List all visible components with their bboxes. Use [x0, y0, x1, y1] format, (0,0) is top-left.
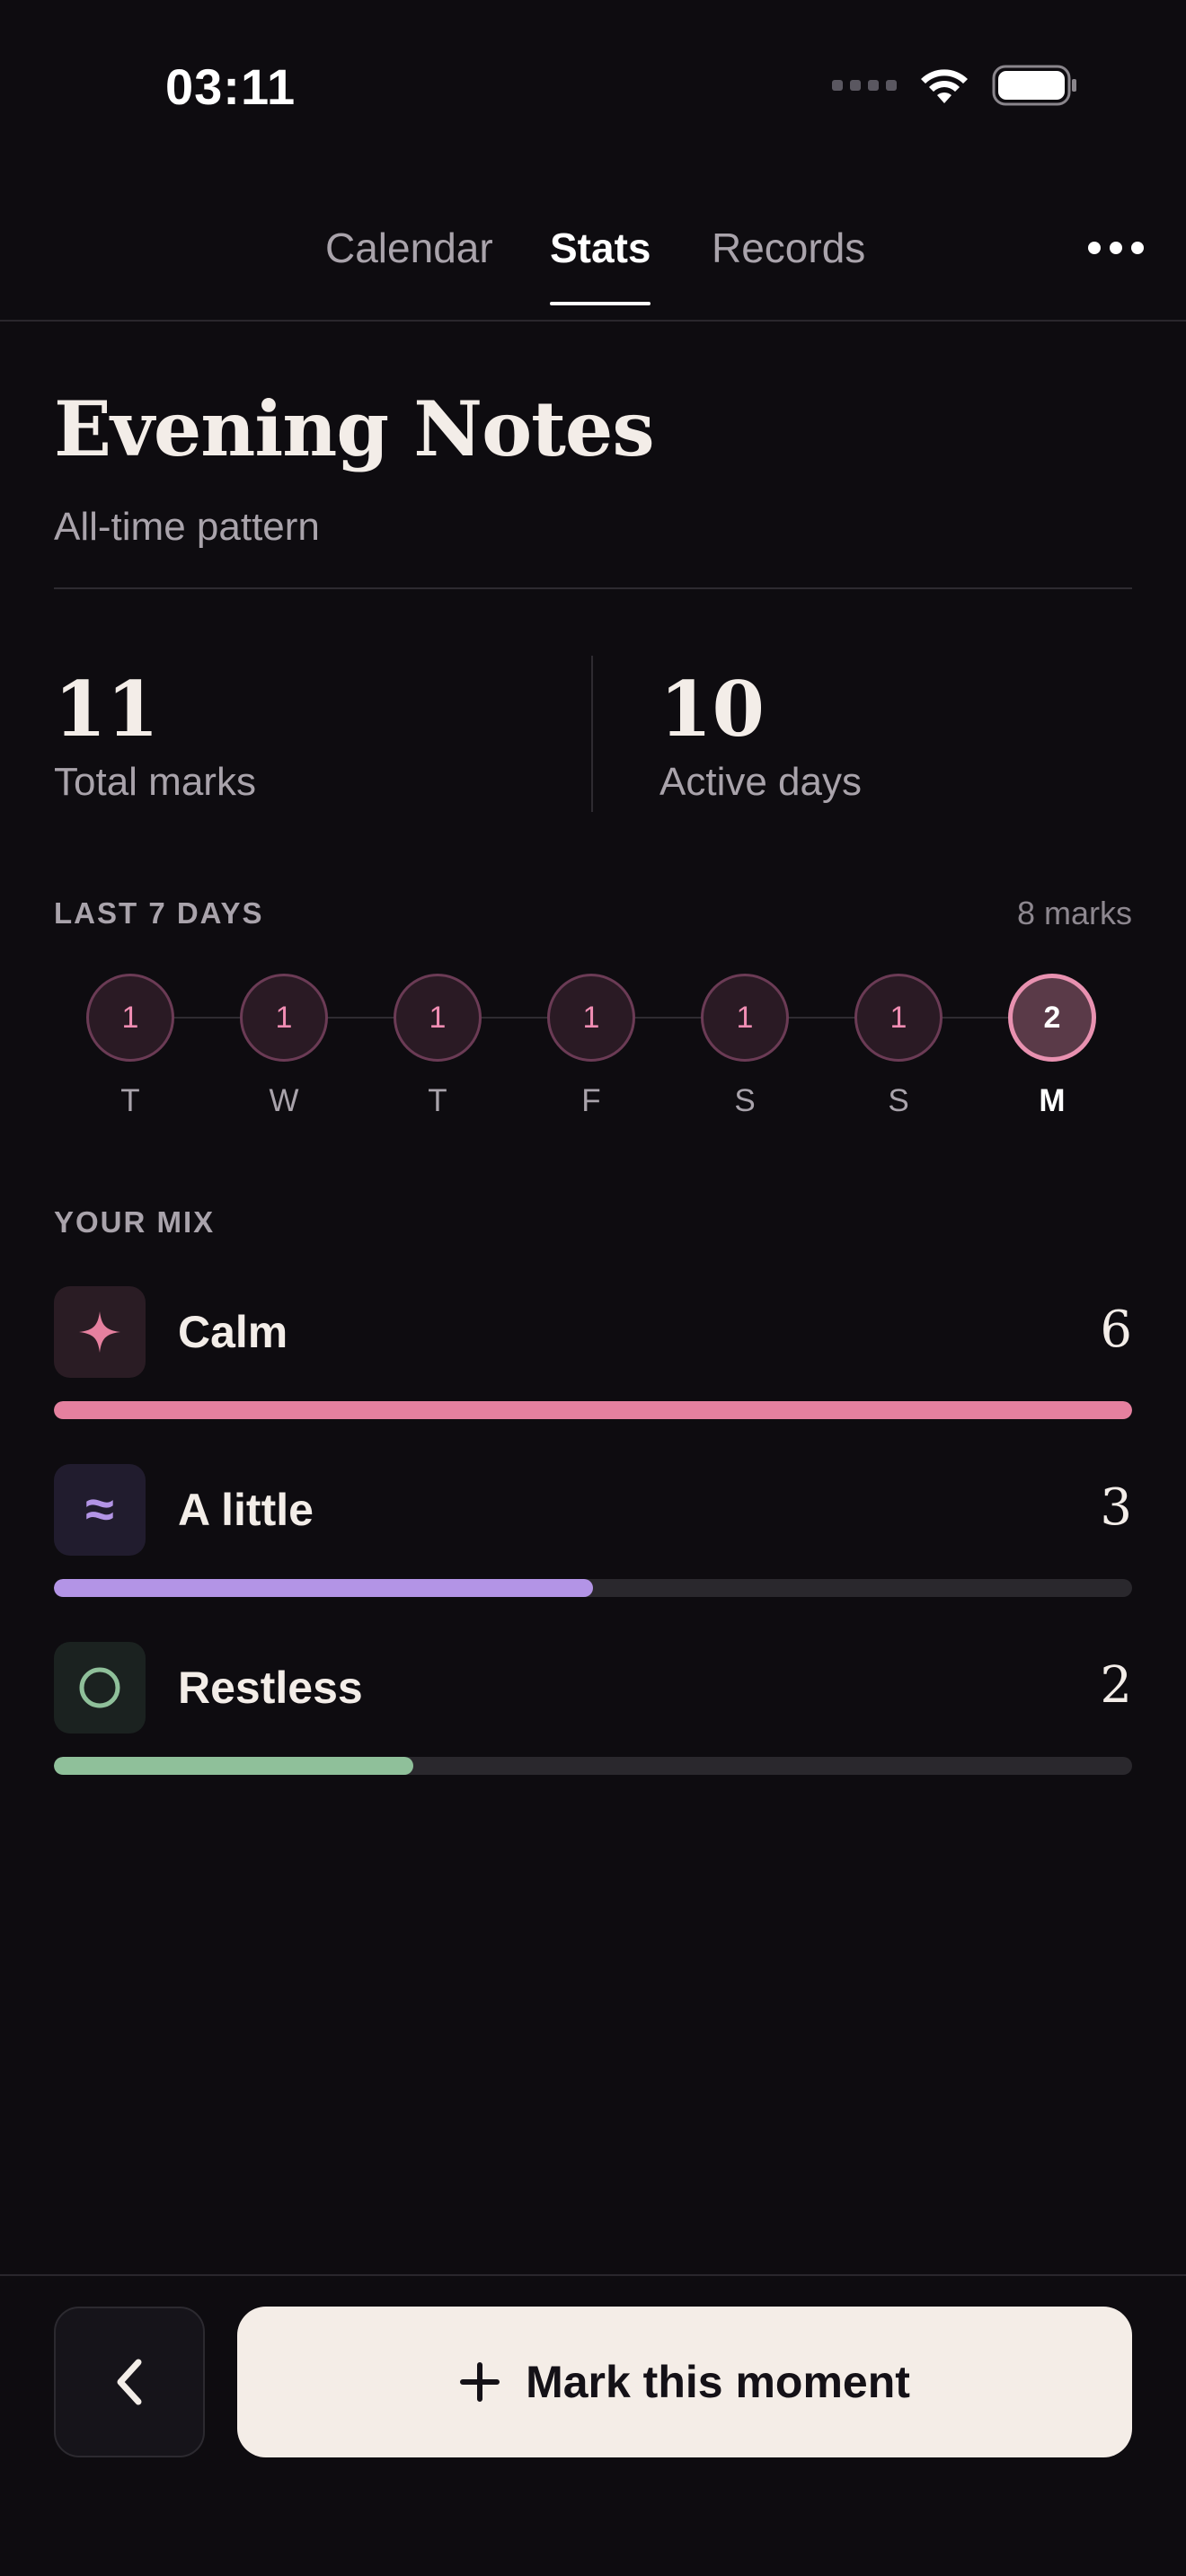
last-7-days-heading: LAST 7 DAYS	[54, 896, 264, 930]
wave-glyph: ≈	[85, 1480, 114, 1539]
day-count-circle[interactable]: 1	[701, 974, 789, 1062]
day-count-circle[interactable]: 1	[547, 974, 635, 1062]
status-time: 03:11	[165, 58, 296, 115]
mix-item-label: Restless	[178, 1663, 363, 1713]
last-7-days-summary: 8 marks	[1016, 895, 1132, 931]
day-count-circle[interactable]: 1	[394, 974, 482, 1062]
day-label-today: M	[1039, 1083, 1066, 1118]
total-marks-value: 11	[54, 665, 159, 754]
mix-bar-track	[54, 1579, 1132, 1597]
mix-item-label: A little	[178, 1485, 314, 1535]
mark-button-label: Mark this moment	[526, 2357, 910, 2407]
page-title: Evening Notes	[54, 384, 655, 473]
day-label: S	[734, 1083, 756, 1118]
mix-bar-track	[54, 1401, 1132, 1419]
tab-stats[interactable]: Stats	[550, 221, 651, 305]
more-options-icon[interactable]	[1082, 235, 1150, 260]
mix-item-count: 6	[1100, 1301, 1132, 1359]
bottom-divider	[0, 2274, 1186, 2276]
tab-calendar[interactable]: Calendar	[325, 221, 493, 305]
stat-divider	[591, 656, 593, 812]
day-count-circle[interactable]: 1	[854, 974, 943, 1062]
day-count-circle[interactable]: 1	[240, 974, 328, 1062]
total-marks-label: Total marks	[54, 760, 256, 804]
mix-bar-fill	[54, 1579, 593, 1597]
mix-bar-fill	[54, 1757, 413, 1775]
mix-item-label: Calm	[178, 1307, 288, 1357]
tab-records[interactable]: Records	[712, 221, 865, 305]
back-button[interactable]	[54, 2307, 205, 2457]
sparkle-icon	[54, 1286, 146, 1378]
chevron-left-icon	[117, 2359, 142, 2405]
day-label: S	[888, 1083, 909, 1118]
mark-this-moment-button[interactable]: Mark this moment	[237, 2307, 1132, 2457]
mix-item-count: 2	[1100, 1656, 1132, 1715]
stats-screen: 03:11 Calendar Stats Records Evening Not…	[0, 0, 1186, 2576]
day-label: F	[581, 1083, 601, 1118]
mix-bar-track	[54, 1757, 1132, 1775]
day-count-circle-today[interactable]: 2	[1008, 974, 1096, 1062]
active-days-label: Active days	[659, 760, 862, 804]
wave-icon: ≈	[54, 1464, 146, 1556]
plus-icon	[460, 2362, 500, 2402]
active-days-value: 10	[659, 665, 765, 754]
wifi-icon	[918, 66, 970, 105]
day-count-circle[interactable]: 1	[86, 974, 174, 1062]
mix-item-count: 3	[1100, 1478, 1132, 1537]
mix-bar-fill	[54, 1401, 1132, 1419]
your-mix-heading: YOUR MIX	[54, 1205, 216, 1239]
day-label: W	[269, 1083, 299, 1118]
page-subtitle: All-time pattern	[54, 505, 320, 549]
divider	[54, 587, 1132, 589]
day-label: T	[120, 1083, 140, 1118]
status-icons	[832, 65, 1078, 106]
day-label: T	[428, 1083, 447, 1118]
circle-icon	[54, 1642, 146, 1734]
cellular-signal-icon	[832, 80, 897, 91]
battery-icon	[992, 65, 1078, 106]
tab-bar: Calendar Stats Records	[0, 221, 1186, 322]
